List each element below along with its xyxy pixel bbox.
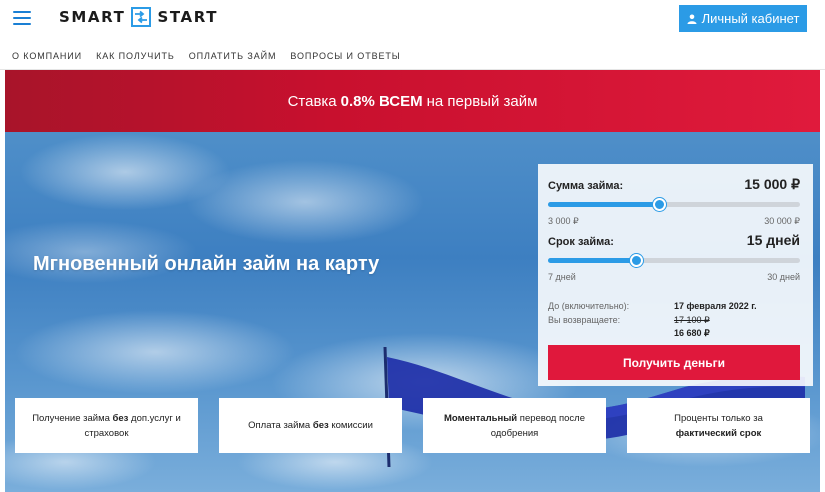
feature-card-actual-term: Проценты только за фактический срок xyxy=(627,398,810,453)
return-old-value: 17 100 ₽ xyxy=(674,315,710,325)
promo-text-after: на первый займ xyxy=(426,92,538,110)
feature-text: Получение займа без доп.услуг и страхово… xyxy=(25,411,188,441)
logo-word-smart: SMART xyxy=(59,8,126,26)
term-range: 7 дней 30 дней xyxy=(548,272,800,282)
feature-card-no-commission: Оплата займа без комиссии xyxy=(219,398,402,453)
loan-calculator: Сумма займа: 15 000 ₽ 3 000 ₽ 30 000 ₽ С… xyxy=(538,164,813,386)
term-max: 30 дней xyxy=(767,272,800,282)
amount-slider-handle[interactable] xyxy=(652,198,666,211)
amount-range: 3 000 ₽ 30 000 ₽ xyxy=(548,216,800,227)
feature-text-post: комиссии xyxy=(331,420,373,431)
amount-min: 3 000 ₽ xyxy=(548,216,579,226)
due-date-value: 17 февраля 2022 г. xyxy=(674,301,757,311)
nav-item-how-to-get[interactable]: КАК ПОЛУЧИТЬ xyxy=(96,51,175,61)
term-min: 7 дней xyxy=(548,272,576,282)
hero-title: Мгновенный онлайн займ на карту xyxy=(33,253,380,275)
term-slider-fill xyxy=(548,258,637,263)
feature-text-bold: без xyxy=(112,412,129,424)
logo[interactable]: SMART START xyxy=(59,6,218,28)
term-label: Срок займа: xyxy=(548,236,614,248)
feature-text-pre: Получение займа xyxy=(32,412,110,424)
logo-mark-icon xyxy=(131,7,152,27)
get-money-button[interactable]: Получить деньги xyxy=(548,345,800,380)
feature-text: Проценты только за фактический срок xyxy=(674,411,763,441)
promo-banner: Ставка 0.8% ВСЕМ на первый займ xyxy=(5,70,820,132)
feature-text-pre: Проценты только за xyxy=(674,412,763,424)
personal-cabinet-label: Личный кабинет xyxy=(701,11,800,26)
return-new-value: 16 680 ₽ xyxy=(674,328,710,338)
promo-text-before: Ставка xyxy=(287,92,337,110)
return-label: Вы возвращаете: xyxy=(548,315,621,325)
feature-text-bold: без xyxy=(312,420,329,431)
menu-icon[interactable] xyxy=(13,11,31,25)
feature-text: Моментальный перевод после одобрения xyxy=(433,411,596,441)
amount-value: 15 000 ₽ xyxy=(744,176,800,192)
nav-item-about[interactable]: О КОМПАНИИ xyxy=(12,51,82,61)
site-header: SMART START Личный кабинет xyxy=(0,0,825,42)
feature-text: Оплата займа без комиссии xyxy=(248,418,373,433)
due-date-label: До (включительно): xyxy=(548,301,630,311)
hero-section: Мгновенный онлайн займ на карту Сумма за… xyxy=(5,132,820,492)
amount-label: Сумма займа: xyxy=(548,180,624,192)
feature-card-no-extras: Получение займа без доп.услуг и страхово… xyxy=(15,398,198,453)
promo-highlight: 0.8% ВСЕМ xyxy=(340,92,423,110)
term-value: 15 дней xyxy=(746,232,800,248)
personal-cabinet-button[interactable]: Личный кабинет xyxy=(679,5,807,32)
feature-text-pre: Оплата займа xyxy=(248,420,311,431)
term-slider[interactable] xyxy=(548,254,800,267)
amount-slider[interactable] xyxy=(548,198,800,211)
feature-text-bold: фактический срок xyxy=(675,427,762,439)
term-slider-handle[interactable] xyxy=(630,254,644,267)
logo-word-start: START xyxy=(157,8,219,26)
term-row: Срок займа: 15 дней xyxy=(548,232,800,248)
nav-item-pay-loan[interactable]: ОПЛАТИТЬ ЗАЙМ xyxy=(189,51,277,61)
feature-card-instant-transfer: Моментальный перевод после одобрения xyxy=(423,398,606,453)
main-nav: О КОМПАНИИ КАК ПОЛУЧИТЬ ОПЛАТИТЬ ЗАЙМ ВО… xyxy=(0,42,825,70)
amount-max: 30 000 ₽ xyxy=(764,216,800,226)
amount-row: Сумма займа: 15 000 ₽ xyxy=(548,176,800,193)
feature-text-bold: Моментальный xyxy=(444,412,518,424)
nav-item-faq[interactable]: ВОПРОСЫ И ОТВЕТЫ xyxy=(290,51,400,61)
amount-slider-fill xyxy=(548,202,659,207)
user-icon xyxy=(687,14,697,24)
